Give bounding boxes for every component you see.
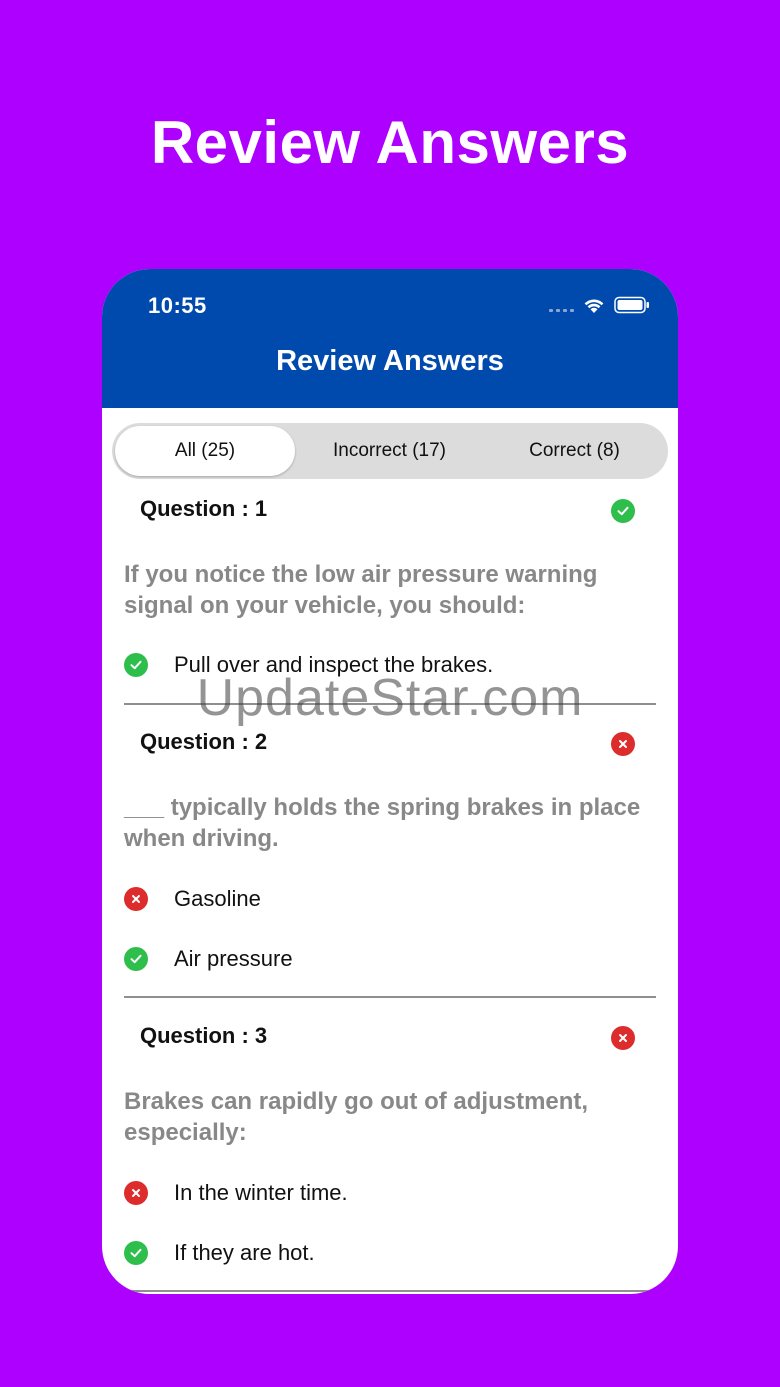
answer-item: Air pressure	[124, 944, 293, 974]
question-text: Brakes can rapidly go out of adjustment,…	[124, 1088, 589, 1146]
divider	[124, 1290, 656, 1292]
signal-icon	[549, 308, 574, 312]
answer-item: If they are hot.	[124, 1238, 315, 1268]
answer-label: If they are hot.	[174, 1240, 315, 1265]
question-text: ___ typically holds the spring brakes in…	[124, 794, 641, 852]
watermark: UpdateStar.com	[196, 669, 584, 727]
question-title: Question : 1	[140, 496, 268, 521]
correct-check-icon	[124, 1241, 148, 1265]
status-time: 10:55	[148, 293, 207, 318]
filter-segmented-control: All (25) Incorrect (17) Correct (8)	[112, 423, 668, 479]
tab-incorrect[interactable]: Incorrect (17)	[297, 426, 482, 476]
answer-label: Gasoline	[174, 886, 261, 911]
divider	[124, 996, 656, 998]
incorrect-x-icon	[611, 732, 635, 756]
incorrect-x-icon	[611, 1026, 635, 1050]
tab-all[interactable]: All (25)	[115, 426, 295, 476]
answer-label: Air pressure	[174, 946, 293, 971]
answer-label: In the winter time.	[174, 1180, 348, 1205]
battery-icon	[614, 296, 649, 314]
incorrect-x-icon	[124, 1181, 148, 1205]
promo-title: Review Answers	[150, 109, 630, 176]
answer-item: Gasoline	[124, 884, 261, 914]
nav-title: Review Answers	[276, 345, 504, 377]
correct-check-icon	[611, 499, 635, 523]
status-icons	[549, 295, 650, 315]
question-text: If you notice the low air pressure warni…	[124, 561, 598, 619]
app-header: 10:55 Review Answers	[102, 269, 678, 408]
question-title: Question : 2	[140, 729, 268, 754]
tab-correct[interactable]: Correct (8)	[484, 426, 665, 476]
incorrect-x-icon	[124, 887, 148, 911]
correct-check-icon	[124, 947, 148, 971]
wifi-icon	[584, 299, 604, 313]
answer-item: In the winter time.	[124, 1178, 348, 1208]
question-title: Question : 3	[140, 1023, 268, 1048]
phone-screen: 10:55 Review Answers All (25) Incorrect …	[102, 269, 678, 1294]
